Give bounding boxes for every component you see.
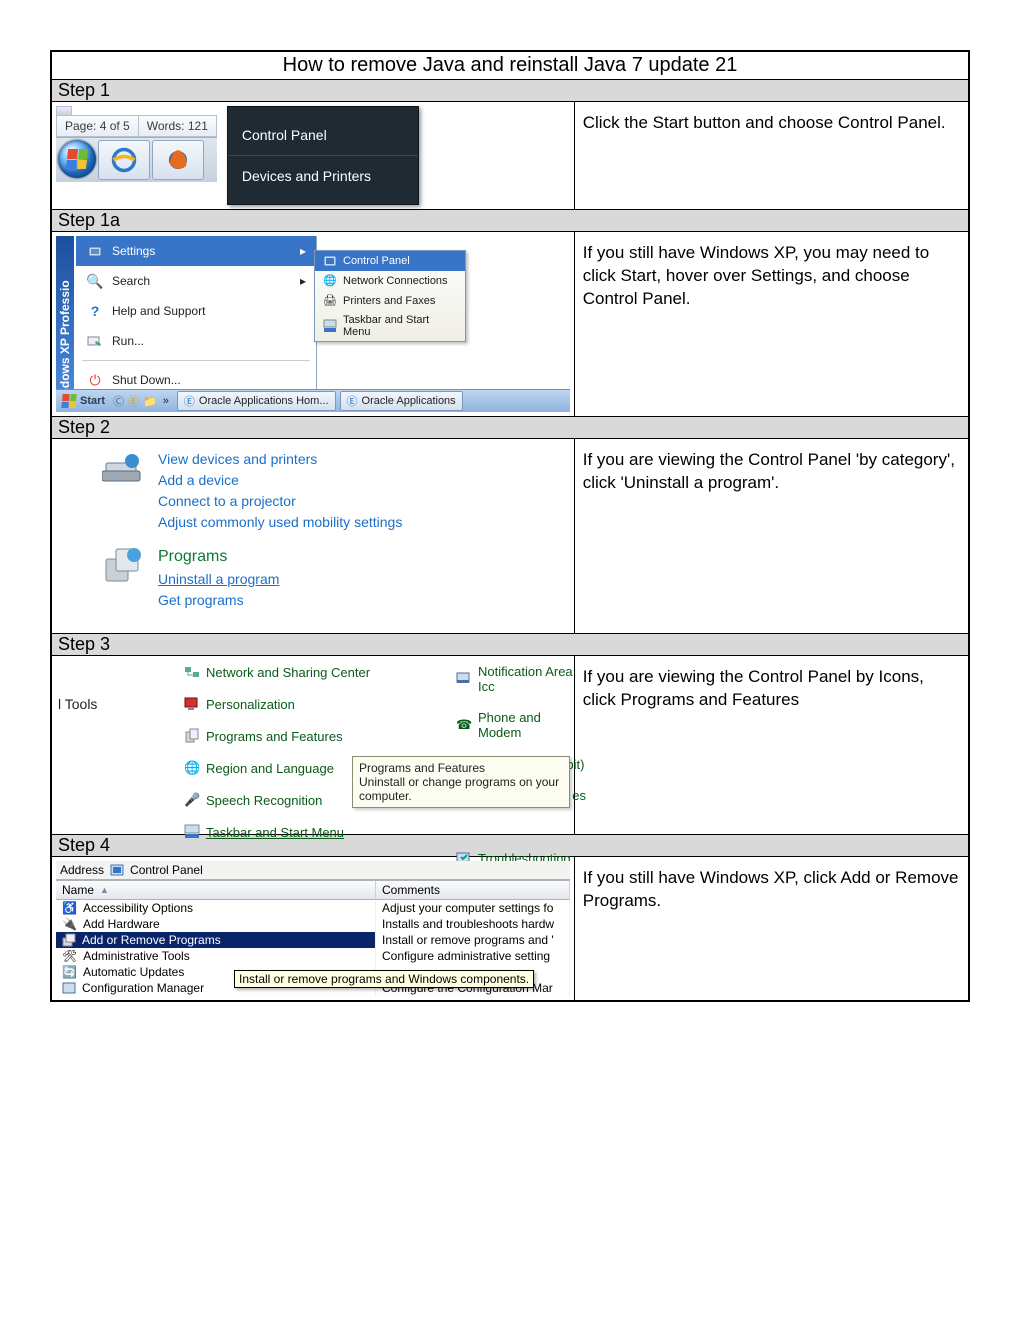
- win7-taskbar: [56, 137, 217, 182]
- xp-address-bar: Address Control Panel: [56, 861, 570, 880]
- step1-screenshot: Page: 4 of 5 Words: 121: [51, 102, 574, 210]
- taskbar-app-firefox[interactable]: [152, 140, 204, 180]
- add-remove-tooltip: Install or remove programs and Windows c…: [234, 970, 534, 988]
- programs-features-tooltip: Programs and Features Uninstall or chang…: [352, 756, 570, 808]
- link-mobility[interactable]: Adjust commonly used mobility settings: [158, 512, 402, 533]
- xp-start-button[interactable]: Start: [56, 390, 111, 412]
- word-status-bar: Page: 4 of 5 Words: 121: [56, 115, 217, 137]
- xp-menu-help[interactable]: ?Help and Support: [76, 296, 316, 326]
- ie-icon: [110, 146, 138, 174]
- step1a-instruction: If you still have Windows XP, you may ne…: [574, 232, 969, 417]
- programs-heading[interactable]: Programs: [158, 545, 279, 569]
- page-title: How to remove Java and reinstall Java 7 …: [51, 51, 969, 80]
- cp-programs-features[interactable]: Programs and Features: [184, 728, 424, 744]
- firefox-icon: [166, 148, 190, 172]
- link-view-devices[interactable]: View devices and printers: [158, 449, 402, 470]
- devices-icon: [62, 449, 144, 489]
- row-accessibility[interactable]: ♿Accessibility Options: [56, 900, 376, 916]
- xp-side-label: Windows XP Professio: [56, 236, 74, 412]
- xp-sub-control-panel[interactable]: Control Panel: [315, 251, 465, 271]
- cp-personalization[interactable]: Personalization: [184, 696, 424, 712]
- step1a-screenshot: Windows XP Professio Settings▸ 🔍Search▸ …: [51, 232, 574, 417]
- step1-header: Step 1: [51, 80, 969, 102]
- page-indicator: Page: 4 of 5: [57, 116, 139, 136]
- cp-phone-modem[interactable]: ☎Phone and Modem: [456, 710, 586, 740]
- step2-header: Step 2: [51, 417, 969, 439]
- step4-instruction: If you still have Windows XP, click Add …: [574, 857, 969, 1002]
- row-admin-tools[interactable]: 🛠Administrative Tools: [56, 948, 376, 964]
- address-value: Control Panel: [130, 863, 203, 877]
- xp-taskbar-app1[interactable]: ⒺOracle Applications Hom...: [177, 391, 336, 411]
- menu-devices-printers[interactable]: Devices and Printers: [228, 156, 418, 196]
- xp-menu-run[interactable]: Run...: [76, 326, 316, 356]
- xp-sub-taskbar[interactable]: Taskbar and Start Menu: [315, 311, 465, 341]
- control-panel-icon: [110, 863, 124, 877]
- row-add-remove-programs[interactable]: Add or Remove Programs: [56, 932, 376, 948]
- start-menu-right-pane: Control Panel Devices and Printers: [227, 106, 419, 205]
- xp-settings-submenu: Control Panel 🌐Network Connections 🖨Prin…: [314, 250, 466, 342]
- xp-taskbar: Start Ⓒ Ⓔ 📁 » ⒺOracle Applications Hom..…: [56, 389, 570, 412]
- start-button[interactable]: [58, 140, 96, 178]
- xp-menu-search[interactable]: 🔍Search▸: [76, 266, 316, 296]
- xp-sub-printers[interactable]: 🖨Printers and Faxes: [315, 291, 465, 311]
- cp-sidebar-label: l Tools: [58, 696, 97, 712]
- step2-instruction: If you are viewing the Control Panel 'by…: [574, 439, 969, 634]
- programs-icon: [62, 545, 144, 585]
- step3-instruction: If you are viewing the Control Panel by …: [574, 656, 969, 835]
- link-projector[interactable]: Connect to a projector: [158, 491, 402, 512]
- xp-taskbar-app2[interactable]: ⒺOracle Applications: [340, 391, 463, 411]
- link-uninstall-program[interactable]: Uninstall a program: [158, 569, 279, 590]
- address-label: Address: [60, 863, 104, 877]
- row-add-hardware[interactable]: 🔌Add Hardware: [56, 916, 376, 932]
- col-comments[interactable]: Comments: [376, 881, 570, 900]
- xp-start-menu: Settings▸ 🔍Search▸ ?Help and Support Run…: [76, 236, 317, 395]
- cp-notification-icons[interactable]: Notification Area Icc: [456, 664, 586, 694]
- step2-screenshot: View devices and printers Add a device C…: [51, 439, 574, 634]
- step1-instruction: Click the Start button and choose Contro…: [574, 102, 969, 210]
- xp-menu-settings[interactable]: Settings▸: [76, 236, 316, 266]
- link-get-programs[interactable]: Get programs: [158, 590, 279, 611]
- step3-header: Step 3: [51, 634, 969, 656]
- instruction-table: How to remove Java and reinstall Java 7 …: [50, 50, 970, 1002]
- step1a-header: Step 1a: [51, 210, 969, 232]
- step3-screenshot: l Tools Network and Sharing Center Perso…: [51, 656, 574, 835]
- taskbar-app-ie[interactable]: [98, 140, 150, 180]
- word-count: Words: 121: [139, 116, 216, 136]
- cp-taskbar[interactable]: Taskbar and Start Menu: [184, 824, 424, 840]
- step4-screenshot: Address Control Panel Name▲ Comments ♿Ac…: [51, 857, 574, 1002]
- menu-control-panel[interactable]: Control Panel: [228, 115, 418, 156]
- col-name[interactable]: Name▲: [56, 881, 376, 900]
- cp-network-sharing[interactable]: Network and Sharing Center: [184, 664, 424, 680]
- link-add-device[interactable]: Add a device: [158, 470, 402, 491]
- xp-sub-network[interactable]: 🌐Network Connections: [315, 271, 465, 291]
